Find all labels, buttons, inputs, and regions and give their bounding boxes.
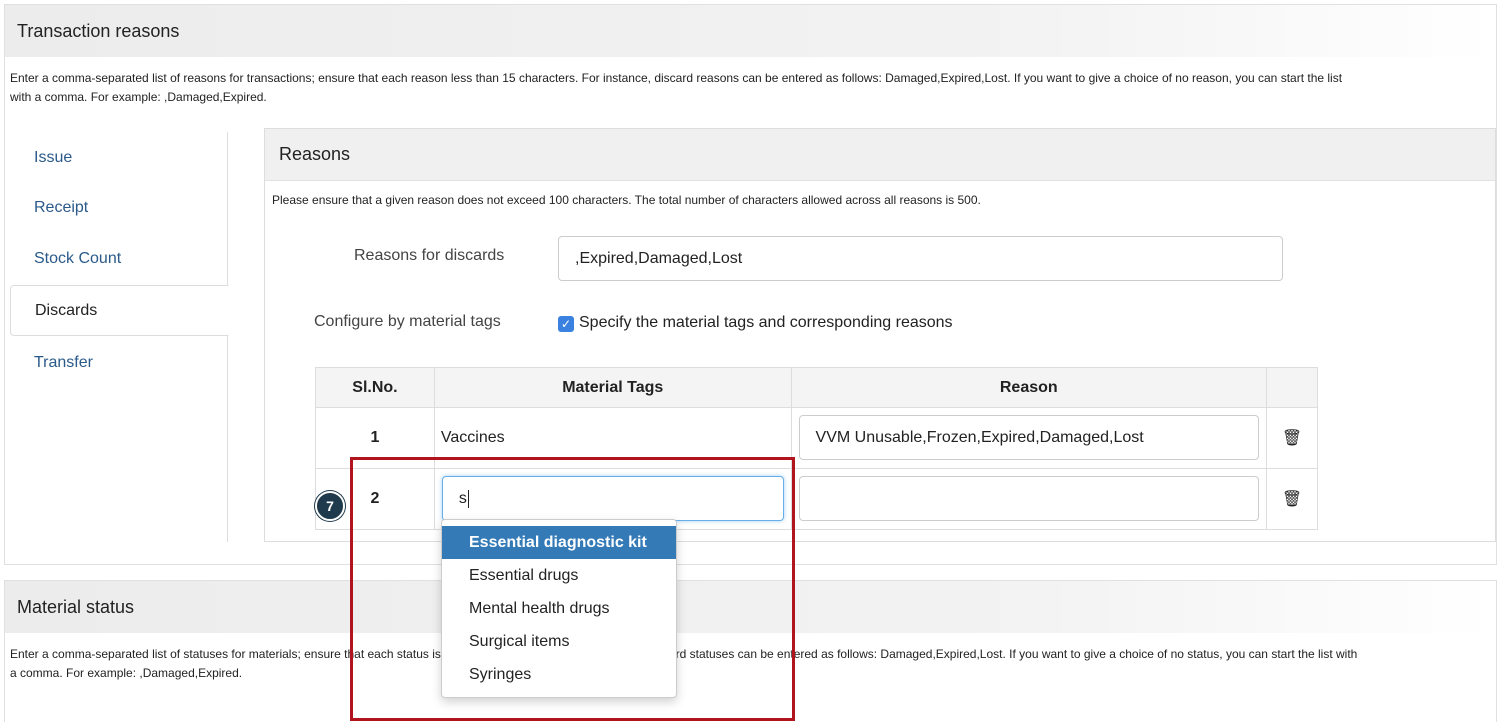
reason-value: VVM Unusable,Frozen,Expired,Damaged,Lost xyxy=(815,428,1144,446)
tab-stock-count[interactable]: Stock Count xyxy=(10,233,228,284)
delete-row-button[interactable]: 🗑 xyxy=(1266,468,1318,530)
tab-transfer[interactable]: Transfer xyxy=(10,337,228,388)
tab-receipt[interactable]: Receipt xyxy=(10,182,228,233)
panel-title: Material status xyxy=(5,581,1496,633)
step-badge: 7 xyxy=(315,491,345,521)
text-caret xyxy=(467,489,469,508)
material-tag-value: s xyxy=(458,489,467,507)
material-status-panel: Material status Enter a comma-separated … xyxy=(4,580,1497,722)
panel-title: Transaction reasons xyxy=(5,5,1496,57)
reason-input[interactable] xyxy=(798,476,1260,521)
configure-checkbox[interactable]: ✓ xyxy=(558,316,574,332)
reasons-note: Please ensure that a given reason does n… xyxy=(272,193,981,207)
reasons-panel: Reasons Please ensure that a given reaso… xyxy=(264,128,1496,542)
autocomplete-dropdown: Essential diagnostic kit Essential drugs… xyxy=(441,519,677,698)
reason-cell: VVM Unusable,Frozen,Expired,Damaged,Lost xyxy=(790,407,1268,469)
configure-label: Configure by material tags xyxy=(314,313,501,330)
panel-description: Enter a comma-separated list of statuses… xyxy=(10,647,1358,680)
configure-checkbox-label[interactable]: Specify the material tags and correspond… xyxy=(579,314,953,332)
row-number: 1 xyxy=(315,407,435,469)
side-tabs: Issue Receipt Stock Count Discards Trans… xyxy=(10,132,229,542)
material-tags-table: Sl.No. Material Tags Reason 1 Vaccines V… xyxy=(315,367,1318,530)
table-row: 1 Vaccines VVM Unusable,Frozen,Expired,D… xyxy=(315,407,1318,469)
autocomplete-option[interactable]: Mental health drugs xyxy=(442,592,676,625)
autocomplete-option[interactable]: Surgical items xyxy=(442,625,676,658)
autocomplete-option[interactable]: Syringes xyxy=(442,658,676,691)
discards-reasons-input[interactable]: ,Expired,Damaged,Lost xyxy=(558,236,1283,281)
tab-issue[interactable]: Issue xyxy=(10,132,228,183)
autocomplete-option[interactable]: Essential drugs xyxy=(442,559,676,592)
autocomplete-option[interactable]: Essential diagnostic kit xyxy=(442,526,676,559)
reason-input[interactable]: VVM Unusable,Frozen,Expired,Damaged,Lost xyxy=(798,415,1260,460)
tab-discards[interactable]: Discards xyxy=(10,285,229,336)
discards-reasons-value: ,Expired,Damaged,Lost xyxy=(575,249,743,267)
delete-row-button[interactable]: 🗑 xyxy=(1266,407,1318,469)
transaction-reasons-panel: Transaction reasons Enter a comma-separa… xyxy=(4,4,1497,565)
material-tag-input[interactable]: s xyxy=(441,476,784,521)
trash-icon: 🗑 xyxy=(1281,491,1303,508)
discards-label: Reasons for discards xyxy=(354,247,505,264)
panel-description: Enter a comma-separated list of reasons … xyxy=(10,71,1343,104)
col-header-slno: Sl.No. xyxy=(315,367,435,408)
col-header-actions xyxy=(1266,367,1318,408)
col-header-reason: Reason xyxy=(790,367,1268,408)
reason-cell xyxy=(790,468,1268,530)
reasons-title: Reasons xyxy=(265,129,1495,181)
col-header-material-tags: Material Tags xyxy=(433,367,792,408)
material-tag: Vaccines xyxy=(433,407,792,469)
trash-icon: 🗑 xyxy=(1281,430,1303,447)
